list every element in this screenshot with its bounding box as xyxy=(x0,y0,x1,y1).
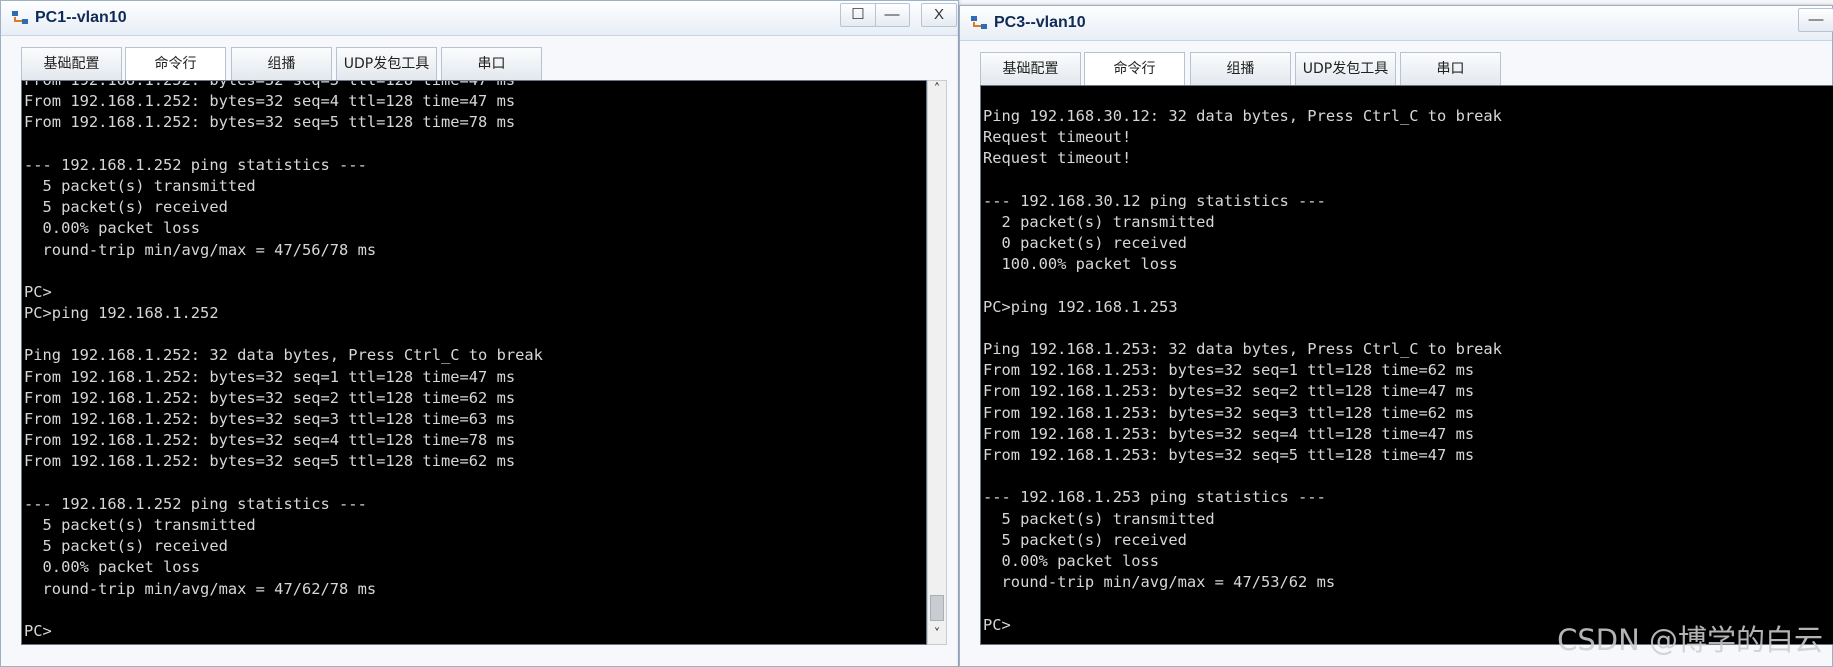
terminal-line: 5 packet(s) transmitted xyxy=(24,176,256,195)
tab-udp-tool[interactable]: UDP发包工具 xyxy=(336,47,437,80)
terminal-line: Ping 192.168.1.253: 32 data bytes, Press… xyxy=(983,340,1502,359)
terminal-line: From 192.168.1.252: bytes=32 seq=2 ttl=1… xyxy=(24,388,516,407)
terminal-line: Request timeout! xyxy=(983,149,1132,168)
pc3-terminal[interactable]: Ping 192.168.30.12: 32 data bytes, Press… xyxy=(980,85,1833,645)
tab-multicast[interactable]: 组播 xyxy=(1190,52,1291,85)
terminal-line: round-trip min/avg/max = 47/56/78 ms xyxy=(24,240,377,259)
tab-udp-tool[interactable]: UDP发包工具 xyxy=(1295,52,1396,85)
pc1-titlebar[interactable]: PC1--vlan10 — xyxy=(1,1,958,36)
terminal-line: From 192.168.1.252: bytes=32 seq=3 ttl=1… xyxy=(24,410,516,428)
pc1-window: PC1--vlan10 — ☐ X 基础配置 命令行 组播 UDP发包工具 串口… xyxy=(0,0,959,667)
tab-serial[interactable]: 串口 xyxy=(1400,52,1501,85)
terminal-line: 100.00% packet loss xyxy=(983,255,1178,274)
terminal-line: 2 packet(s) transmitted xyxy=(983,212,1215,231)
window-title: PC1--vlan10 xyxy=(35,9,127,26)
tab-multicast[interactable]: 组播 xyxy=(231,47,332,80)
tab-command-line[interactable]: 命令行 xyxy=(125,47,226,80)
minimize-button[interactable]: — xyxy=(1798,8,1833,32)
terminal-line: From 192.168.1.253: bytes=32 seq=5 ttl=1… xyxy=(983,446,1475,464)
terminal-output: Ping 192.168.30.12: 32 data bytes, Press… xyxy=(983,106,1833,636)
terminal-line: 5 packet(s) transmitted xyxy=(24,515,256,534)
terminal-line: From 192.168.1.252: bytes=32 seq=5 ttl=1… xyxy=(24,452,516,471)
terminal-line: 0.00% packet loss xyxy=(24,219,201,238)
network-pc-icon xyxy=(971,16,987,29)
terminal-line: Request timeout! xyxy=(983,128,1132,147)
terminal-line: 5 packet(s) received xyxy=(983,530,1187,549)
terminal-line: 0.00% packet loss xyxy=(983,551,1160,570)
scroll-thumb[interactable] xyxy=(930,595,944,621)
tab-basic-config[interactable]: 基础配置 xyxy=(980,52,1081,85)
terminal-line: From 192.168.1.253: bytes=32 seq=1 ttl=1… xyxy=(983,361,1475,380)
terminal-line: 5 packet(s) transmitted xyxy=(983,509,1215,528)
terminal-line: --- 192.168.1.253 ping statistics --- xyxy=(983,488,1326,507)
terminal-line: PC>ping 192.168.1.252 xyxy=(24,304,219,323)
terminal-line: PC>ping 192.168.1.253 xyxy=(983,297,1178,316)
maximize-button[interactable]: ☐ xyxy=(840,3,876,27)
terminal-line: Ping 192.168.1.252: 32 data bytes, Press… xyxy=(24,346,543,365)
terminal-line: --- 192.168.1.252 ping statistics --- xyxy=(24,494,367,513)
terminal-line: PC> xyxy=(24,282,52,301)
pc1-terminal[interactable]: From 192.168.1.252: bytes=32 seq=3 ttl=1… xyxy=(21,80,927,645)
terminal-line: From 192.168.1.253: bytes=32 seq=4 ttl=1… xyxy=(983,424,1475,443)
terminal-line: From 192.168.1.252: bytes=32 seq=4 ttl=1… xyxy=(24,92,516,111)
terminal-line: From 192.168.1.253: bytes=32 seq=2 ttl=1… xyxy=(983,382,1475,401)
pc3-titlebar[interactable]: PC3--vlan10 xyxy=(960,6,1832,41)
terminal-line: round-trip min/avg/max = 47/53/62 ms xyxy=(983,573,1336,592)
terminal-line: 0 packet(s) received xyxy=(983,234,1187,253)
scroll-down-arrow-icon[interactable]: ˅ xyxy=(928,626,946,644)
terminal-line: From 192.168.1.252: bytes=32 seq=3 ttl=1… xyxy=(24,80,516,89)
terminal-output: From 192.168.1.252: bytes=32 seq=3 ttl=1… xyxy=(24,80,926,642)
terminal-line: Ping 192.168.30.12: 32 data bytes, Press… xyxy=(983,107,1502,125)
watermark: CSDN @博学的白云 xyxy=(1557,623,1823,657)
terminal-line: round-trip min/avg/max = 47/62/78 ms xyxy=(24,579,377,598)
tab-basic-config[interactable]: 基础配置 xyxy=(21,47,122,80)
terminal-line: From 192.168.1.252: bytes=32 seq=1 ttl=1… xyxy=(24,367,516,386)
scroll-up-arrow-icon[interactable]: ˄ xyxy=(928,81,946,99)
terminal-line: From 192.168.1.252: bytes=32 seq=5 ttl=1… xyxy=(24,113,516,132)
tab-command-line[interactable]: 命令行 xyxy=(1084,52,1185,85)
terminal-line: --- 192.168.30.12 ping statistics --- xyxy=(983,191,1326,210)
pc3-window: PC3--vlan10 — 基础配置 命令行 组播 UDP发包工具 串口 Pin… xyxy=(959,5,1833,667)
network-pc-icon xyxy=(12,11,28,24)
terminal-line: 5 packet(s) received xyxy=(24,198,228,217)
window-title: PC3--vlan10 xyxy=(994,14,1086,31)
terminal-line: PC> xyxy=(24,621,52,640)
terminal-line: --- 192.168.1.252 ping statistics --- xyxy=(24,155,367,174)
pc1-scrollbar[interactable]: ˄ ˅ xyxy=(927,80,947,645)
tab-serial[interactable]: 串口 xyxy=(441,47,542,80)
terminal-line: 5 packet(s) received xyxy=(24,537,228,556)
terminal-line: 0.00% packet loss xyxy=(24,558,201,577)
terminal-line: From 192.168.1.252: bytes=32 seq=4 ttl=1… xyxy=(24,431,516,450)
close-button[interactable]: X xyxy=(921,3,957,27)
terminal-line: From 192.168.1.253: bytes=32 seq=3 ttl=1… xyxy=(983,403,1475,422)
minimize-button[interactable]: — xyxy=(874,3,910,27)
